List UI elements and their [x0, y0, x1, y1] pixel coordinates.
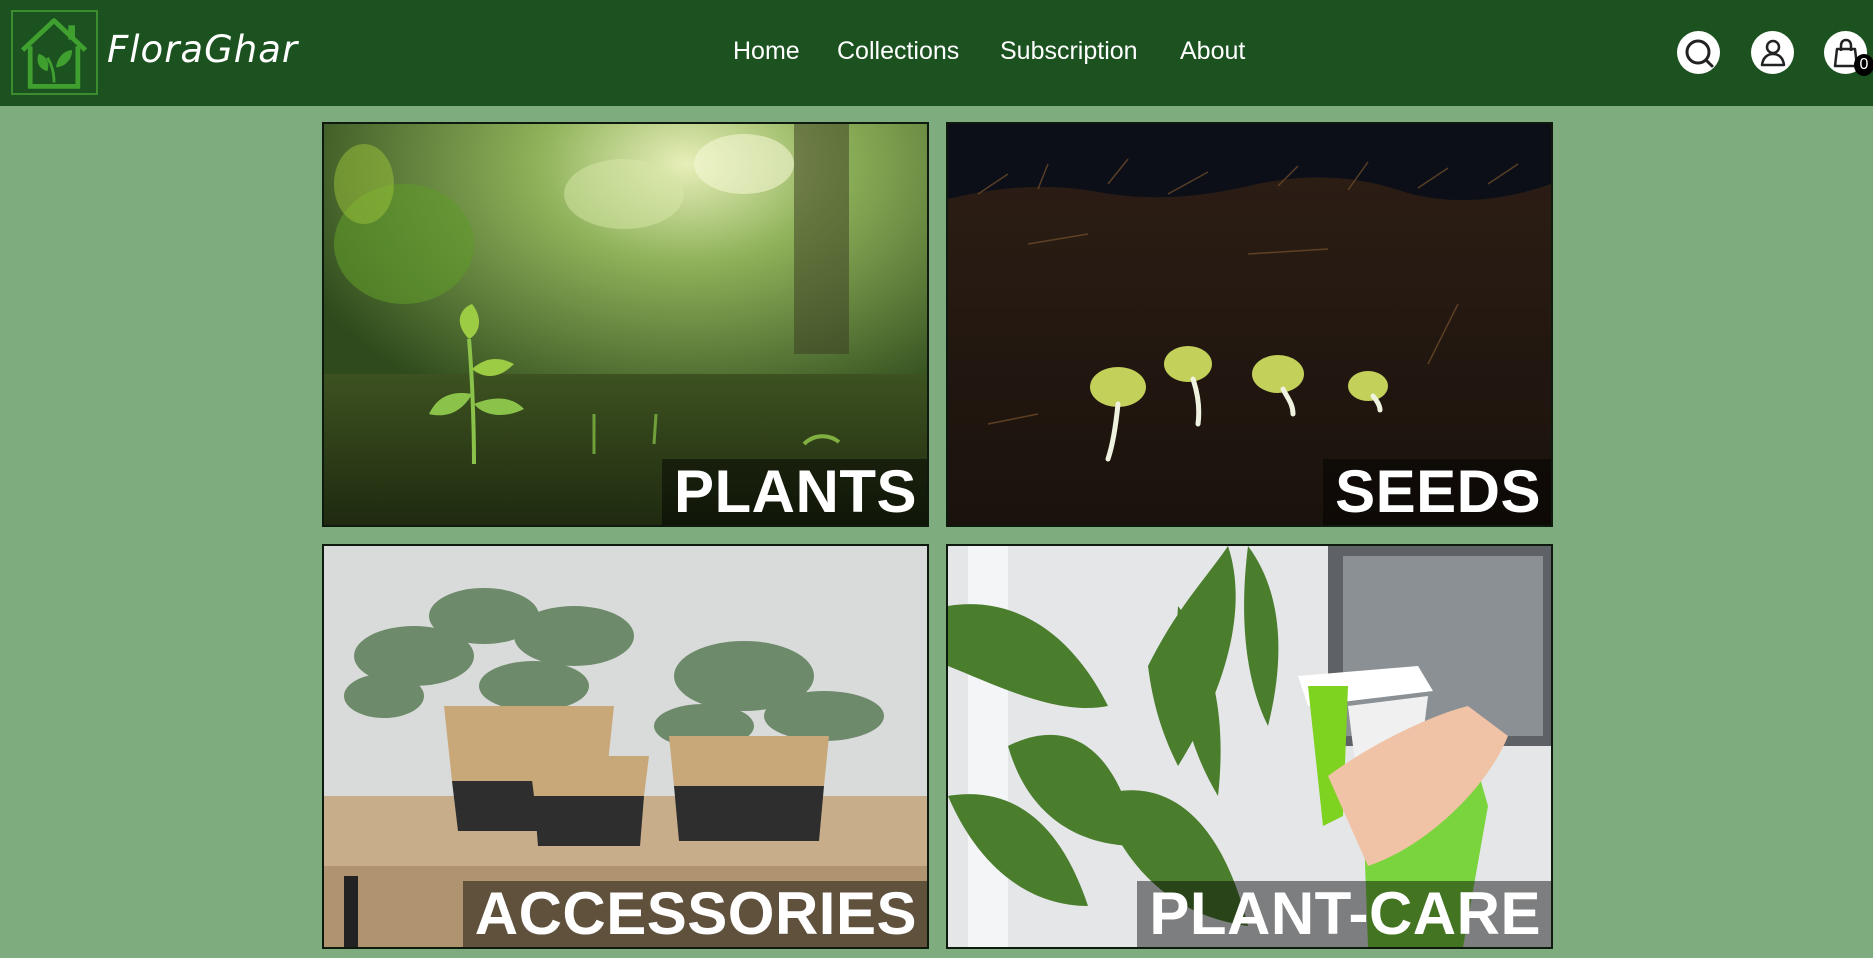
category-tile-plant-care[interactable]: PLANT-CARE [946, 544, 1553, 949]
category-tile-accessories[interactable]: ACCESSORIES [322, 544, 929, 949]
user-icon [1760, 39, 1785, 66]
nav-home[interactable]: Home [733, 37, 800, 66]
search-icon [1685, 39, 1713, 67]
site-header: FloraGhar Home Collections Subscription … [0, 0, 1873, 106]
category-label-plants: PLANTS [662, 459, 927, 525]
account-button[interactable] [1751, 31, 1794, 74]
nav-collections[interactable]: Collections [837, 37, 959, 66]
category-tile-seeds[interactable]: SEEDS [946, 122, 1553, 527]
category-label-plant-care: PLANT-CARE [1137, 881, 1551, 947]
search-button[interactable] [1677, 31, 1720, 74]
category-label-accessories: ACCESSORIES [462, 881, 927, 947]
category-label-seeds: SEEDS [1323, 459, 1551, 525]
nav-about[interactable]: About [1180, 37, 1245, 66]
brand-name[interactable]: FloraGhar [107, 28, 298, 71]
cart-button[interactable]: 0 [1824, 31, 1873, 76]
nav-subscription[interactable]: Subscription [1000, 37, 1138, 66]
logo-house-leaf-icon[interactable] [11, 10, 98, 95]
cart-count-badge: 0 [1854, 54, 1873, 76]
category-tile-plants[interactable]: PLANTS [322, 122, 929, 527]
